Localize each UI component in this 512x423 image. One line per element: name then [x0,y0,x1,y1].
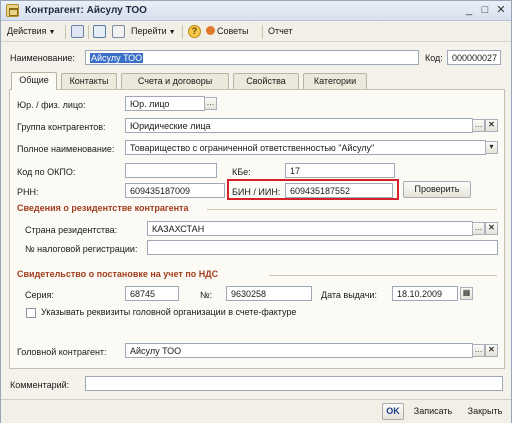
counterparty-window: Контрагент: Айсулу ТОО _ □ ✕ Действия ▼ П… [0,0,512,423]
window-title: Контрагент: Айсулу ТОО [25,5,147,16]
select-button[interactable]: … [472,119,485,132]
toolbar-divider [262,25,263,39]
residency-section-title: Сведения о резидентстве контрагента [17,203,189,213]
section-divider [207,209,497,210]
country-field[interactable]: КАЗАХСТАН [147,221,473,236]
name-label: Наименование: [10,53,75,63]
issue-date-input[interactable]: 18.10.2009 [392,286,458,301]
okpo-label: Код по ОКПО: [17,167,76,177]
title-bar: Контрагент: Айсулу ТОО _ □ ✕ [1,1,511,21]
head-counterparty-label: Головной контрагент: [17,347,107,357]
ok-button[interactable]: OK [382,403,404,420]
kbe-input[interactable]: 17 [285,163,395,178]
tab-categories[interactable]: Категории [303,73,367,89]
chevron-down-icon: ▼ [168,29,176,36]
legal-entity-field[interactable]: Юр. лицо [125,96,205,111]
calendar-icon[interactable]: ▦ [460,287,473,300]
issue-date-label: Дата выдачи: [321,290,377,300]
head-org-checkbox[interactable] [26,308,36,318]
bin-input[interactable]: 609435187552 [285,183,393,198]
code-input[interactable]: 000000027 [447,50,501,65]
toolbar-divider [182,25,183,39]
comment-input[interactable] [85,376,503,391]
number-input[interactable]: 9630258 [226,286,312,301]
series-input[interactable]: 68745 [125,286,179,301]
clear-icon[interactable]: ✕ [485,222,498,235]
rnn-input[interactable]: 609435187009 [125,183,225,198]
close-button[interactable]: Закрыть [462,403,508,420]
app-icon [6,4,19,17]
save-icon[interactable] [71,25,84,38]
chevron-down-icon: ▼ [48,29,56,36]
tax-registration-input[interactable] [147,240,498,255]
document-icon[interactable] [112,25,125,38]
okpo-input[interactable] [125,163,217,178]
help-icon[interactable]: ? [188,25,201,38]
select-button[interactable]: … [472,344,485,357]
select-button[interactable]: … [204,97,217,110]
group-label: Группа контрагентов: [17,122,106,132]
rnn-label: РНН: [17,187,39,197]
tips-button[interactable]: Советы [206,26,248,36]
name-value: Айсулу ТОО [90,53,144,63]
structure-icon[interactable] [93,25,106,38]
code-label: Код: [425,53,443,63]
group-field[interactable]: Юридические лица [125,118,473,133]
tab-contacts[interactable]: Контакты [61,73,117,89]
check-button[interactable]: Проверить [403,181,471,198]
goto-menu-label: Перейти [131,26,167,36]
tips-icon [206,26,215,35]
clear-icon[interactable]: ✕ [485,119,498,132]
footer-bar: OK Записать Закрыть [1,399,511,423]
comment-label: Комментарий: [10,380,70,390]
dropdown-icon[interactable]: ▾ [485,141,498,154]
bin-label: БИН / ИИН: [232,187,281,197]
toolbar: Действия ▼ Перейти ▼ ? Советы Отчет [1,22,511,42]
minimize-button[interactable]: _ [462,4,476,17]
tab-properties[interactable]: Свойства [233,73,299,89]
head-org-checkbox-label: Указывать реквизиты головной организации… [41,307,297,317]
full-name-label: Полное наименование: [17,144,115,154]
maximize-button[interactable]: □ [478,4,492,17]
actions-menu[interactable]: Действия ▼ [7,26,55,36]
head-counterparty-field[interactable]: Айсулу ТОО [125,343,473,358]
kbe-label: КБе: [232,167,251,177]
tab-general[interactable]: Общие [11,72,57,90]
actions-menu-label: Действия [7,26,47,36]
country-label: Страна резидентства: [25,225,118,235]
toolbar-divider [88,25,89,39]
tab-accounts-contracts[interactable]: Счета и договоры [121,73,229,89]
tax-registration-label: № налоговой регистрации: [25,244,138,254]
close-window-button[interactable]: ✕ [494,4,508,17]
name-input[interactable]: Айсулу ТОО [85,50,419,65]
legal-entity-label: Юр. / физ. лицо: [17,100,86,110]
tips-label: Советы [217,26,249,36]
number-label: №: [200,290,213,300]
section-divider [269,275,497,276]
report-button[interactable]: Отчет [268,26,293,36]
select-button[interactable]: … [472,222,485,235]
vat-section-title: Свидетельство о постановке на учет по НД… [17,269,219,279]
series-label: Серия: [25,290,54,300]
full-name-field[interactable]: Товарищество с ограниченной ответственно… [125,140,486,155]
goto-menu[interactable]: Перейти ▼ [131,26,176,36]
clear-icon[interactable]: ✕ [485,344,498,357]
toolbar-divider [65,25,66,39]
save-button[interactable]: Записать [408,403,458,420]
